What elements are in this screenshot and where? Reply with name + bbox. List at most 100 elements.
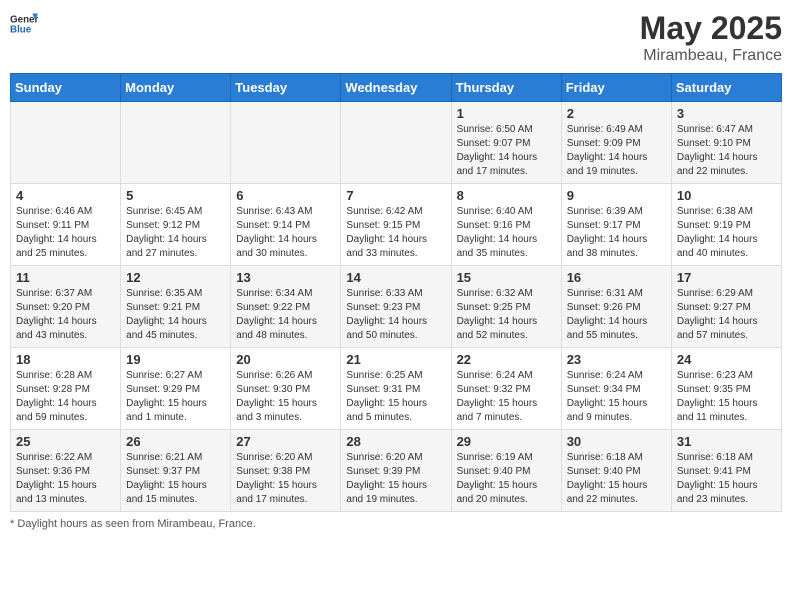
week-row-4: 18 Sunrise: 6:28 AM Sunset: 9:28 PM Dayli… bbox=[11, 348, 782, 430]
subtitle: Mirambeau, France bbox=[640, 47, 782, 65]
day-number: 5 bbox=[126, 188, 225, 203]
calendar-cell: 8 Sunrise: 6:40 AM Sunset: 9:16 PM Daylig… bbox=[451, 184, 561, 266]
calendar-cell: 4 Sunrise: 6:46 AM Sunset: 9:11 PM Daylig… bbox=[11, 184, 121, 266]
day-number: 17 bbox=[677, 270, 776, 285]
svg-text:Blue: Blue bbox=[10, 24, 32, 35]
day-number: 30 bbox=[567, 434, 666, 449]
day-number: 22 bbox=[457, 352, 556, 367]
weekday-header-friday: Friday bbox=[561, 74, 671, 102]
calendar-cell: 20 Sunrise: 6:26 AM Sunset: 9:30 PM Dayli… bbox=[231, 348, 341, 430]
day-number: 29 bbox=[457, 434, 556, 449]
calendar-cell: 2 Sunrise: 6:49 AM Sunset: 9:09 PM Daylig… bbox=[561, 102, 671, 184]
week-row-1: 1 Sunrise: 6:50 AM Sunset: 9:07 PM Daylig… bbox=[11, 102, 782, 184]
calendar-cell: 29 Sunrise: 6:19 AM Sunset: 9:40 PM Dayli… bbox=[451, 430, 561, 512]
day-number: 20 bbox=[236, 352, 335, 367]
day-info: Sunrise: 6:27 AM Sunset: 9:29 PM Dayligh… bbox=[126, 369, 225, 425]
calendar-cell: 23 Sunrise: 6:24 AM Sunset: 9:34 PM Dayli… bbox=[561, 348, 671, 430]
weekday-header-sunday: Sunday bbox=[11, 74, 121, 102]
logo: General Blue bbox=[10, 10, 38, 38]
calendar-cell: 28 Sunrise: 6:20 AM Sunset: 9:39 PM Dayli… bbox=[341, 430, 451, 512]
day-number: 4 bbox=[16, 188, 115, 203]
day-number: 16 bbox=[567, 270, 666, 285]
calendar-cell: 22Sunrise: 6:24 AM Sunset: 9:32 PM Dayli… bbox=[451, 348, 561, 430]
week-row-3: 11Sunrise: 6:37 AM Sunset: 9:20 PM Dayli… bbox=[11, 266, 782, 348]
day-info: Sunrise: 6:45 AM Sunset: 9:12 PM Dayligh… bbox=[126, 205, 225, 261]
calendar-cell: 7 Sunrise: 6:42 AM Sunset: 9:15 PM Daylig… bbox=[341, 184, 451, 266]
day-number: 3 bbox=[677, 106, 776, 121]
calendar-cell: 14 Sunrise: 6:33 AM Sunset: 9:23 PM Dayli… bbox=[341, 266, 451, 348]
calendar-cell: 31 Sunrise: 6:18 AM Sunset: 9:41 PM Dayli… bbox=[671, 430, 781, 512]
day-info: Sunrise: 6:47 AM Sunset: 9:10 PM Dayligh… bbox=[677, 123, 776, 179]
day-info: Sunrise: 6:49 AM Sunset: 9:09 PM Dayligh… bbox=[567, 123, 666, 179]
day-info: Sunrise: 6:46 AM Sunset: 9:11 PM Dayligh… bbox=[16, 205, 115, 261]
calendar-cell: 13 Sunrise: 6:34 AM Sunset: 9:22 PM Dayli… bbox=[231, 266, 341, 348]
logo-icon: General Blue bbox=[10, 10, 38, 38]
calendar-cell: 17 Sunrise: 6:29 AM Sunset: 9:27 PM Dayli… bbox=[671, 266, 781, 348]
day-info: Sunrise: 6:18 AM Sunset: 9:40 PM Dayligh… bbox=[567, 451, 666, 507]
calendar-cell bbox=[11, 102, 121, 184]
day-number: 13 bbox=[236, 270, 335, 285]
day-info: Sunrise: 6:26 AM Sunset: 9:30 PM Dayligh… bbox=[236, 369, 335, 425]
weekday-header-saturday: Saturday bbox=[671, 74, 781, 102]
day-number: 7 bbox=[346, 188, 445, 203]
calendar-cell: 6Sunrise: 6:43 AM Sunset: 9:14 PM Daylig… bbox=[231, 184, 341, 266]
calendar-cell: 19 Sunrise: 6:27 AM Sunset: 9:29 PM Dayli… bbox=[121, 348, 231, 430]
day-info: Sunrise: 6:18 AM Sunset: 9:41 PM Dayligh… bbox=[677, 451, 776, 507]
day-info: Sunrise: 6:35 AM Sunset: 9:21 PM Dayligh… bbox=[126, 287, 225, 343]
calendar-cell: 11Sunrise: 6:37 AM Sunset: 9:20 PM Dayli… bbox=[11, 266, 121, 348]
day-info: Sunrise: 6:43 AM Sunset: 9:14 PM Dayligh… bbox=[236, 205, 335, 261]
day-number: 2 bbox=[567, 106, 666, 121]
day-number: 9 bbox=[567, 188, 666, 203]
calendar-cell bbox=[231, 102, 341, 184]
calendar-cell: 25Sunrise: 6:22 AM Sunset: 9:36 PM Dayli… bbox=[11, 430, 121, 512]
day-number: 14 bbox=[346, 270, 445, 285]
day-info: Sunrise: 6:21 AM Sunset: 9:37 PM Dayligh… bbox=[126, 451, 225, 507]
day-number: 18 bbox=[16, 352, 115, 367]
main-title: May 2025 bbox=[640, 10, 782, 47]
day-number: 23 bbox=[567, 352, 666, 367]
calendar-cell: 27Sunrise: 6:20 AM Sunset: 9:38 PM Dayli… bbox=[231, 430, 341, 512]
day-info: Sunrise: 6:20 AM Sunset: 9:39 PM Dayligh… bbox=[346, 451, 445, 507]
footer-note: * Daylight hours as seen from Mirambeau,… bbox=[10, 518, 782, 530]
day-info: Sunrise: 6:40 AM Sunset: 9:16 PM Dayligh… bbox=[457, 205, 556, 261]
calendar-cell: 5 Sunrise: 6:45 AM Sunset: 9:12 PM Daylig… bbox=[121, 184, 231, 266]
calendar-body: 1 Sunrise: 6:50 AM Sunset: 9:07 PM Daylig… bbox=[11, 102, 782, 512]
calendar-cell bbox=[341, 102, 451, 184]
day-number: 12 bbox=[126, 270, 225, 285]
weekday-row: SundayMondayTuesdayWednesdayThursdayFrid… bbox=[11, 74, 782, 102]
calendar-cell: 10 Sunrise: 6:38 AM Sunset: 9:19 PM Dayli… bbox=[671, 184, 781, 266]
day-info: Sunrise: 6:42 AM Sunset: 9:15 PM Dayligh… bbox=[346, 205, 445, 261]
day-info: Sunrise: 6:25 AM Sunset: 9:31 PM Dayligh… bbox=[346, 369, 445, 425]
day-info: Sunrise: 6:50 AM Sunset: 9:07 PM Dayligh… bbox=[457, 123, 556, 179]
daylight-label: Daylight hours bbox=[17, 518, 87, 530]
day-number: 19 bbox=[126, 352, 225, 367]
day-info: Sunrise: 6:28 AM Sunset: 9:28 PM Dayligh… bbox=[16, 369, 115, 425]
weekday-header-tuesday: Tuesday bbox=[231, 74, 341, 102]
day-number: 28 bbox=[346, 434, 445, 449]
week-row-2: 4 Sunrise: 6:46 AM Sunset: 9:11 PM Daylig… bbox=[11, 184, 782, 266]
day-info: Sunrise: 6:33 AM Sunset: 9:23 PM Dayligh… bbox=[346, 287, 445, 343]
calendar-header: SundayMondayTuesdayWednesdayThursdayFrid… bbox=[11, 74, 782, 102]
day-number: 24 bbox=[677, 352, 776, 367]
calendar-cell: 24Sunrise: 6:23 AM Sunset: 9:35 PM Dayli… bbox=[671, 348, 781, 430]
day-number: 15 bbox=[457, 270, 556, 285]
day-info: Sunrise: 6:38 AM Sunset: 9:19 PM Dayligh… bbox=[677, 205, 776, 261]
day-info: Sunrise: 6:37 AM Sunset: 9:20 PM Dayligh… bbox=[16, 287, 115, 343]
day-info: Sunrise: 6:22 AM Sunset: 9:36 PM Dayligh… bbox=[16, 451, 115, 507]
day-number: 31 bbox=[677, 434, 776, 449]
day-number: 10 bbox=[677, 188, 776, 203]
day-number: 1 bbox=[457, 106, 556, 121]
calendar-cell bbox=[121, 102, 231, 184]
day-info: Sunrise: 6:29 AM Sunset: 9:27 PM Dayligh… bbox=[677, 287, 776, 343]
calendar-cell: 3 Sunrise: 6:47 AM Sunset: 9:10 PM Daylig… bbox=[671, 102, 781, 184]
day-info: Sunrise: 6:19 AM Sunset: 9:40 PM Dayligh… bbox=[457, 451, 556, 507]
calendar-cell: 12 Sunrise: 6:35 AM Sunset: 9:21 PM Dayli… bbox=[121, 266, 231, 348]
day-number: 8 bbox=[457, 188, 556, 203]
week-row-5: 25Sunrise: 6:22 AM Sunset: 9:36 PM Dayli… bbox=[11, 430, 782, 512]
title-area: May 2025 Mirambeau, France bbox=[640, 10, 782, 65]
day-info: Sunrise: 6:34 AM Sunset: 9:22 PM Dayligh… bbox=[236, 287, 335, 343]
day-number: 27 bbox=[236, 434, 335, 449]
calendar-cell: 15Sunrise: 6:32 AM Sunset: 9:25 PM Dayli… bbox=[451, 266, 561, 348]
day-info: Sunrise: 6:24 AM Sunset: 9:34 PM Dayligh… bbox=[567, 369, 666, 425]
calendar-table: SundayMondayTuesdayWednesdayThursdayFrid… bbox=[10, 73, 782, 512]
